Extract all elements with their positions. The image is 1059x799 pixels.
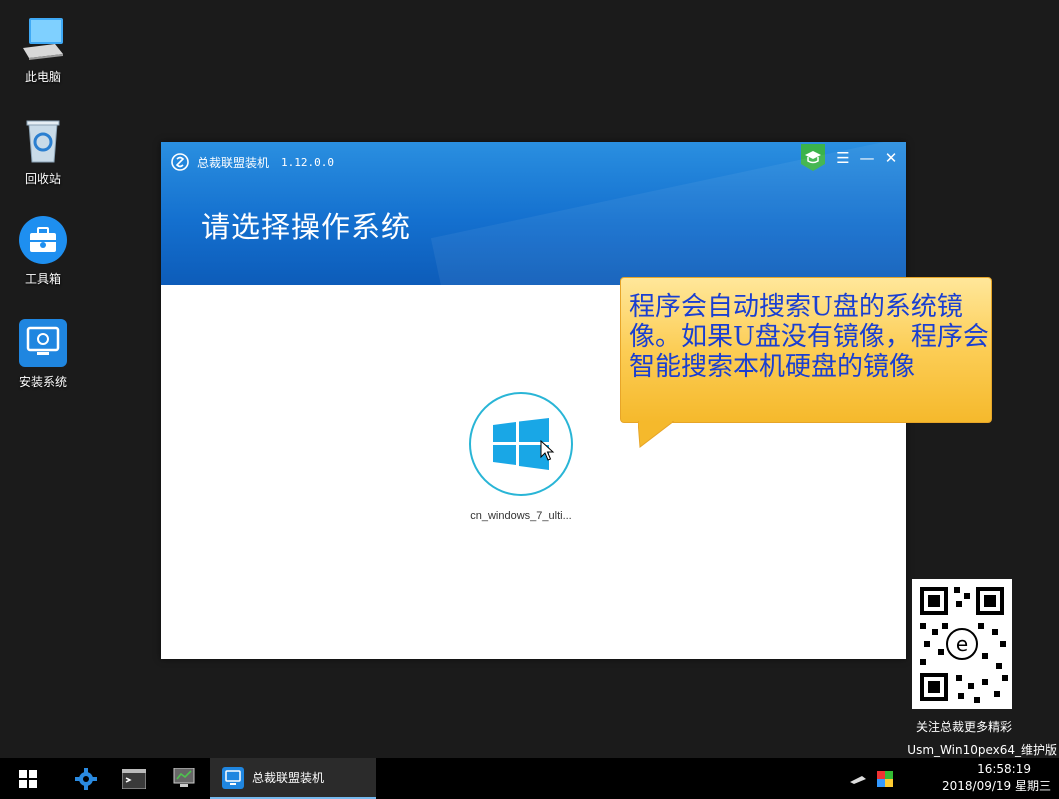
svg-text:e: e <box>956 632 968 656</box>
clock-date: 2018/09/19 星期三 <box>942 779 1051 793</box>
install-system-icon <box>19 319 67 367</box>
tip-text: 程序会自动搜索U盘的系统镜像。如果U盘没有镜像，程序会智能搜索本机硬盘的镜像 <box>629 292 989 382</box>
page-heading: 请选择操作系统 <box>201 210 412 244</box>
network-icon <box>850 775 866 784</box>
desktop-icon-label: 安装系统 <box>18 375 67 389</box>
qr-caption: 关注总裁更多精彩 <box>916 720 1013 734</box>
recycle-bin-icon <box>26 120 60 163</box>
os-image-circle[interactable] <box>469 392 573 496</box>
tip-callout: 程序会自动搜索U盘的系统镜像。如果U盘没有镜像，程序会智能搜索本机硬盘的镜像 <box>620 277 992 423</box>
education-badge-icon[interactable] <box>800 144 826 172</box>
taskbar: 总裁联盟装机 16:58:19 2018/09/19 星期三 <box>0 758 1059 799</box>
qr-code-icon: e <box>920 587 1008 703</box>
app-version: 1.12.0.0 <box>281 155 334 169</box>
edition-label: Usm_Win10pex64_维护版 <box>907 743 1057 757</box>
start-icon <box>19 769 37 788</box>
desktop-icon-this-pc[interactable]: 此电脑 <box>8 14 78 85</box>
os-image-label: cn_windows_7_ulti... <box>470 510 572 522</box>
install-system-icon <box>222 766 244 789</box>
start-button[interactable] <box>8 758 48 799</box>
window-header: 总裁联盟装机 1.12.0.0 ☰ — ✕ 请选择操作系统 <box>161 142 906 285</box>
desktop-icon-recycle-bin[interactable]: 回收站 <box>8 116 78 187</box>
close-icon[interactable]: ✕ <box>884 148 898 168</box>
taskbar-tool-button[interactable] <box>68 758 104 799</box>
menu-icon[interactable]: ☰ <box>836 148 850 168</box>
command-prompt-icon <box>122 768 146 789</box>
system-monitor-icon <box>173 767 195 787</box>
desktop-icon-toolbox[interactable]: 工具箱 <box>8 216 78 287</box>
computer-icon <box>23 18 63 60</box>
app-logo-icon <box>171 153 189 171</box>
os-image-item[interactable]: cn_windows_7_ulti... <box>451 392 591 522</box>
toolbox-icon <box>19 216 67 264</box>
title-bar: 总裁联盟装机 1.12.0.0 <box>171 151 334 173</box>
desktop-icon-label: 回收站 <box>24 172 61 186</box>
system-clock[interactable]: 16:58:19 2018/09/19 星期三 <box>942 761 1051 795</box>
window-controls: ☰ — ✕ <box>800 144 898 172</box>
callout-tail <box>638 421 674 448</box>
desktop-icon-label: 工具箱 <box>24 272 61 286</box>
qr-code: e <box>912 579 1012 709</box>
tray-app-icon <box>877 770 893 787</box>
app-title: 总裁联盟装机 <box>197 155 270 170</box>
taskbar-active-app[interactable]: 总裁联盟装机 <box>210 758 376 799</box>
desktop-icon-label: 此电脑 <box>24 70 61 84</box>
gear-tool-icon <box>75 767 97 790</box>
taskbar-cmd-button[interactable] <box>116 758 152 799</box>
taskbar-app-label: 总裁联盟装机 <box>252 771 325 785</box>
tray-network-button[interactable] <box>848 758 868 799</box>
mouse-cursor-icon <box>540 440 555 461</box>
desktop-icon-install-system[interactable]: 安装系统 <box>8 319 78 390</box>
tray-app-button[interactable] <box>874 758 896 799</box>
clock-time: 16:58:19 <box>977 762 1031 776</box>
minimize-icon[interactable]: — <box>860 148 875 168</box>
taskbar-monitor-button[interactable] <box>166 758 202 799</box>
